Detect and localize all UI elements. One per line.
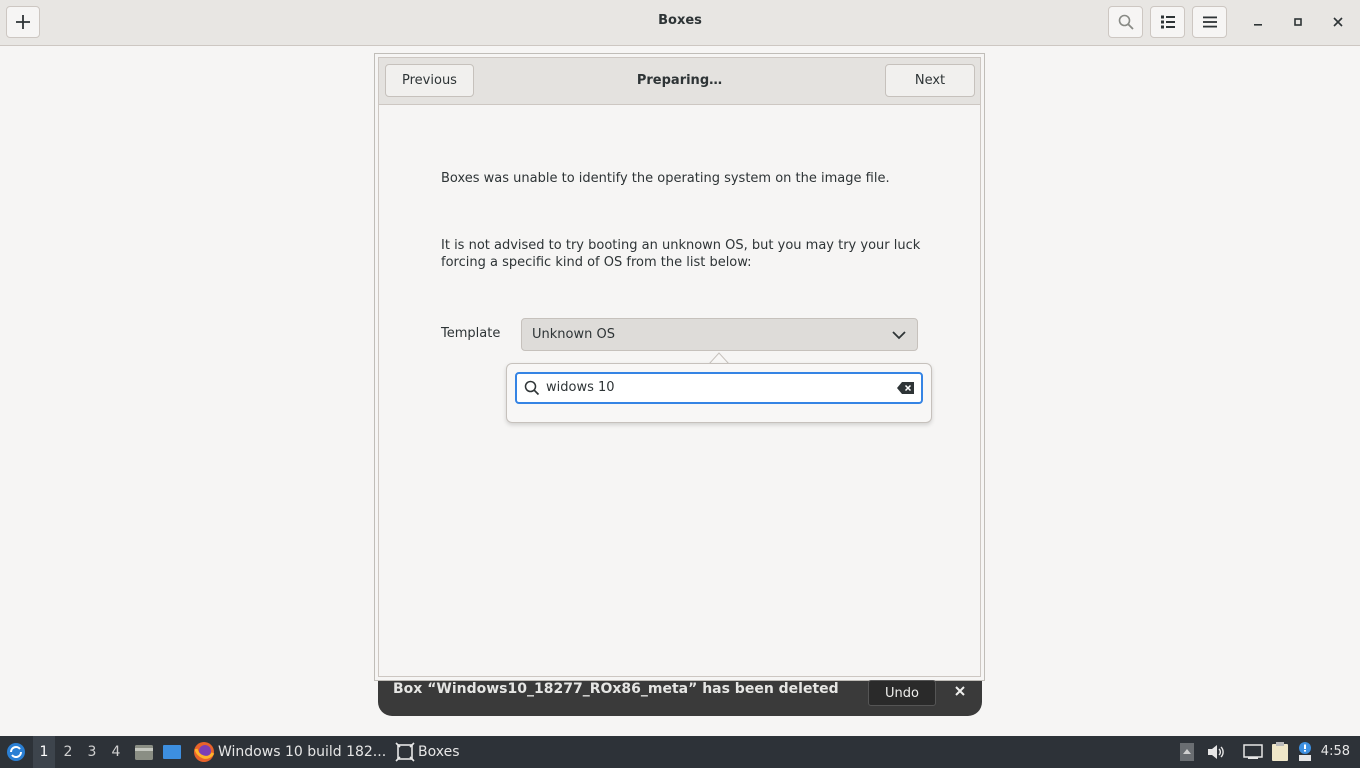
clipboard-icon — [1272, 742, 1288, 761]
workspace-4[interactable]: 4 — [105, 736, 127, 768]
boxes-app-icon — [395, 742, 415, 762]
task-boxes[interactable]: Boxes — [395, 736, 460, 768]
taskbar: 1 2 3 4 Windows 10 build 182... Boxes 4:… — [0, 736, 1360, 768]
clear-text-icon[interactable] — [897, 381, 915, 395]
warning-message-line-2: forcing a specific kind of OS from the l… — [441, 255, 752, 270]
start-menu-button[interactable] — [4, 736, 28, 768]
minimize-button[interactable] — [1246, 10, 1270, 34]
search-icon — [1118, 14, 1134, 30]
search-icon — [524, 380, 540, 396]
distro-logo-icon — [7, 743, 25, 761]
file-manager-launcher[interactable] — [133, 736, 155, 768]
network-indicator[interactable] — [1243, 736, 1263, 768]
unidentified-os-message: Boxes was unable to identify the operati… — [441, 171, 890, 186]
chevron-down-icon — [892, 331, 906, 340]
hamburger-icon — [1202, 16, 1217, 28]
header-bar: Boxes — [0, 0, 1360, 46]
minimize-icon — [1254, 24, 1262, 26]
template-selected-value: Unknown OS — [532, 327, 615, 342]
notification-message: Box “Windows10_18277_ROx86_meta” has bee… — [393, 681, 839, 697]
search-input-value: widows 10 — [546, 380, 615, 395]
task-firefox-label: Windows 10 build 182... — [218, 744, 387, 760]
template-label: Template — [441, 326, 501, 341]
update-alert-icon — [1299, 742, 1311, 761]
os-search-input[interactable]: widows 10 — [515, 372, 923, 404]
warning-message-line-1: It is not advised to try booting an unkn… — [441, 238, 921, 253]
desktop-icon — [163, 745, 181, 759]
deleted-box-notification: Box “Windows10_18277_ROx86_meta” has bee… — [378, 680, 982, 716]
list-view-icon — [1160, 15, 1175, 29]
workspace-2[interactable]: 2 — [57, 736, 79, 768]
os-search-popover: widows 10 — [506, 363, 932, 423]
task-boxes-label: Boxes — [418, 744, 460, 760]
workspace-3[interactable]: 3 — [81, 736, 103, 768]
close-window-button[interactable] — [1326, 10, 1350, 34]
tray-arrow[interactable] — [1179, 736, 1195, 768]
firefox-icon — [194, 742, 215, 762]
close-icon — [1333, 17, 1343, 27]
clipboard-indicator[interactable] — [1270, 736, 1290, 768]
maximize-icon — [1294, 18, 1302, 26]
template-dropdown[interactable]: Unknown OS — [521, 318, 918, 351]
tray-expand-icon — [1180, 743, 1194, 761]
clock: 4:58 — [1320, 744, 1350, 759]
update-notifier[interactable] — [1296, 736, 1314, 768]
maximize-button[interactable] — [1286, 10, 1310, 34]
assistant-header: Previous Preparing… Next — [379, 58, 980, 105]
close-icon[interactable] — [952, 683, 968, 699]
main-menu-button[interactable] — [1192, 6, 1227, 38]
workspace-1[interactable]: 1 — [33, 736, 55, 768]
next-button[interactable]: Next — [885, 64, 975, 97]
undo-button[interactable]: Undo — [868, 680, 936, 706]
view-toggle-button[interactable] — [1150, 6, 1185, 38]
file-manager-icon — [135, 745, 153, 760]
show-desktop-button[interactable] — [161, 736, 183, 768]
network-icon — [1243, 744, 1263, 759]
search-button[interactable] — [1108, 6, 1143, 38]
task-firefox[interactable]: Windows 10 build 182... — [193, 736, 386, 768]
volume-control[interactable] — [1206, 736, 1226, 768]
volume-icon — [1208, 745, 1224, 759]
